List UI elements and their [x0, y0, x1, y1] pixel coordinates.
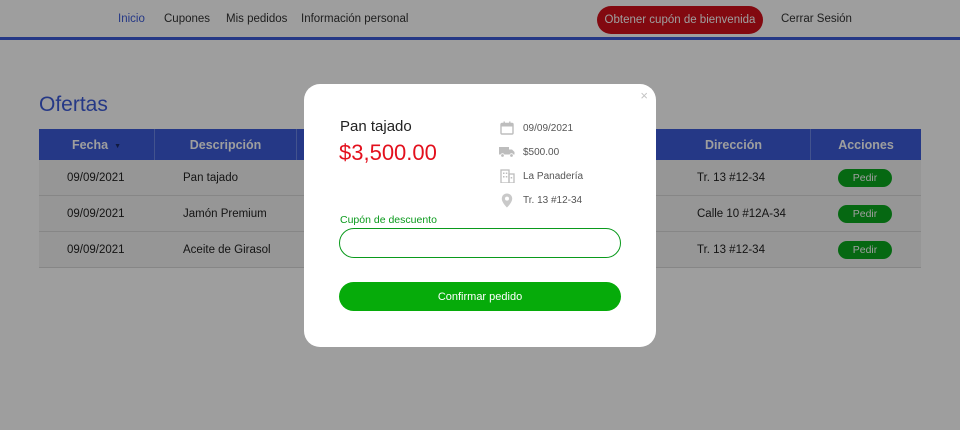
info-date-text: 09/09/2021 — [523, 122, 574, 134]
info-date: 09/09/2021 — [499, 120, 573, 136]
calendar-icon — [499, 120, 515, 136]
location-pin-icon — [499, 192, 515, 208]
info-address-text: Tr. 13 #12-34 — [523, 194, 583, 206]
product-name: Pan tajado — [340, 118, 412, 135]
coupon-input[interactable] — [339, 228, 621, 258]
info-store-text: La Panadería — [523, 170, 584, 182]
info-shipping-text: $500.00 — [523, 146, 560, 158]
close-icon[interactable]: × — [640, 88, 648, 103]
coupon-field-label: Cupón de descuento — [340, 214, 437, 226]
info-shipping: $500.00 — [499, 144, 559, 160]
info-address: Tr. 13 #12-34 — [499, 192, 582, 208]
truck-icon — [499, 144, 515, 160]
info-store: La Panadería — [499, 168, 583, 184]
order-modal: × Pan tajado $3,500.00 09/09/2021 $500.0… — [304, 84, 656, 347]
product-price: $3,500.00 — [339, 140, 437, 165]
confirm-order-button[interactable]: Confirmar pedido — [339, 282, 621, 311]
building-icon — [499, 168, 515, 184]
